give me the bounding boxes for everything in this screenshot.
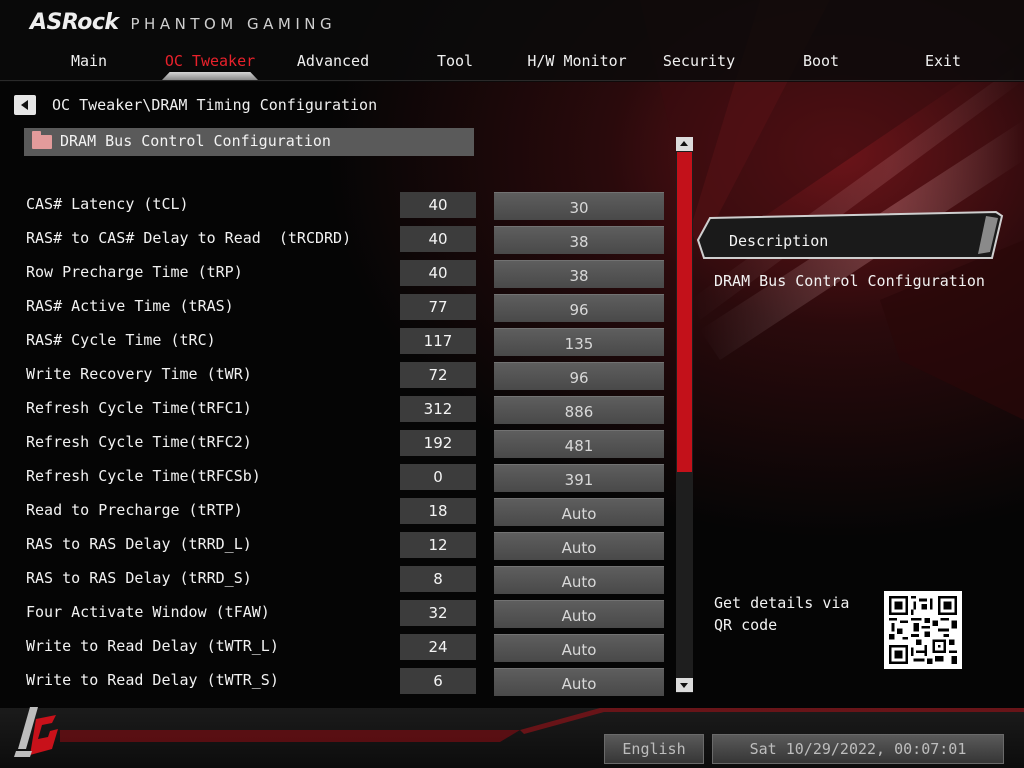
list-item: Refresh Cycle Time(tRFC2) 192 481 — [0, 430, 670, 458]
current-value: 312 — [400, 396, 476, 422]
brand-subtitle: PHANTOM GAMING — [130, 15, 337, 33]
setting-field[interactable]: 886 — [494, 396, 664, 424]
current-value: 12 — [400, 532, 476, 558]
datetime-display: Sat 10/29/2022, 00:07:01 — [712, 734, 1004, 764]
tab-boot[interactable]: Boot — [803, 52, 839, 70]
current-value: 40 — [400, 260, 476, 286]
current-value: 8 — [400, 566, 476, 592]
tab-tool[interactable]: Tool — [437, 52, 473, 70]
list-item: RAS# to CAS# Delay to Read (tRCDRD) 40 3… — [0, 226, 670, 254]
row-label: Refresh Cycle Time(tRFC2) — [26, 433, 252, 451]
setting-field[interactable]: Auto — [494, 600, 664, 628]
header-divider — [0, 80, 1024, 81]
breadcrumb: OC Tweaker\DRAM Timing Configuration — [52, 96, 378, 114]
phantom-gaming-logo-icon — [14, 707, 58, 757]
row-label: RAS to RAS Delay (tRRD_S) — [26, 569, 252, 587]
row-label: RAS# Active Time (tRAS) — [26, 297, 234, 315]
list-item: RAS# Cycle Time (tRC) 117 135 — [0, 328, 670, 356]
setting-field[interactable]: 38 — [494, 260, 664, 288]
setting-field[interactable]: 96 — [494, 362, 664, 390]
row-label: Write to Read Delay (tWTR_L) — [26, 637, 279, 655]
current-value: 117 — [400, 328, 476, 354]
list-item: Write to Read Delay (tWTR_L) 24 Auto — [0, 634, 670, 662]
list-item: Four Activate Window (tFAW) 32 Auto — [0, 600, 670, 628]
current-value: 40 — [400, 226, 476, 252]
list-item: Row Precharge Time (tRP) 40 38 — [0, 260, 670, 288]
row-label: Refresh Cycle Time(tRFC1) — [26, 399, 252, 417]
scroll-down-arrow-icon[interactable] — [676, 678, 693, 692]
row-label: Refresh Cycle Time(tRFCSb) — [26, 467, 261, 485]
row-label: Read to Precharge (tRTP) — [26, 501, 243, 519]
setting-field[interactable]: 38 — [494, 226, 664, 254]
section-label: DRAM Bus Control Configuration — [60, 132, 331, 150]
setting-field[interactable]: Auto — [494, 634, 664, 662]
tab-hw-monitor[interactable]: H/W Monitor — [527, 52, 626, 70]
language-button[interactable]: English — [604, 734, 704, 764]
list-item: Read to Precharge (tRTP) 18 Auto — [0, 498, 670, 526]
list-item: Write to Read Delay (tWTR_S) 6 Auto — [0, 668, 670, 696]
row-label: RAS# Cycle Time (tRC) — [26, 331, 216, 349]
setting-field[interactable]: Auto — [494, 668, 664, 696]
description-title: Description — [729, 232, 829, 250]
row-label: Write to Read Delay (tWTR_S) — [26, 671, 279, 689]
description-text: DRAM Bus Control Configuration — [714, 272, 985, 290]
scrollbar-thumb[interactable] — [677, 152, 692, 472]
current-value: 32 — [400, 600, 476, 626]
row-label: Row Precharge Time (tRP) — [26, 263, 243, 281]
tab-main[interactable]: Main — [71, 52, 107, 70]
current-value: 6 — [400, 668, 476, 694]
section-item-dram-bus-control[interactable]: DRAM Bus Control Configuration — [24, 128, 474, 156]
asrock-logo: ASRock PHANTOM GAMING — [30, 10, 336, 35]
setting-field[interactable]: Auto — [494, 532, 664, 560]
back-button[interactable] — [14, 95, 36, 115]
scroll-up-arrow-icon[interactable] — [676, 137, 693, 151]
qr-code-icon — [884, 591, 962, 669]
tab-exit[interactable]: Exit — [925, 52, 961, 70]
list-item: Write Recovery Time (tWR) 72 96 — [0, 362, 670, 390]
current-value: 40 — [400, 192, 476, 218]
setting-field[interactable]: 96 — [494, 294, 664, 322]
tab-security[interactable]: Security — [663, 52, 735, 70]
list-item: RAS# Active Time (tRAS) 77 96 — [0, 294, 670, 322]
current-value: 192 — [400, 430, 476, 456]
list-item: RAS to RAS Delay (tRRD_L) 12 Auto — [0, 532, 670, 560]
qr-caption: Get details via QR code — [714, 594, 850, 634]
row-label: CAS# Latency (tCL) — [26, 195, 189, 213]
list-item: Refresh Cycle Time(tRFCSb) 0 391 — [0, 464, 670, 492]
current-value: 24 — [400, 634, 476, 660]
setting-field[interactable]: Auto — [494, 566, 664, 594]
brand-name: ASRock — [30, 10, 119, 35]
row-label: Write Recovery Time (tWR) — [26, 365, 252, 383]
current-value: 18 — [400, 498, 476, 524]
row-label: Four Activate Window (tFAW) — [26, 603, 270, 621]
current-value: 77 — [400, 294, 476, 320]
row-label: RAS# to CAS# Delay to Read (tRCDRD) — [26, 229, 352, 247]
current-value: 0 — [400, 464, 476, 490]
setting-field[interactable]: 391 — [494, 464, 664, 492]
list-item: RAS to RAS Delay (tRRD_S) 8 Auto — [0, 566, 670, 594]
setting-field[interactable]: Auto — [494, 498, 664, 526]
folder-icon — [32, 131, 52, 149]
tab-advanced[interactable]: Advanced — [297, 52, 369, 70]
setting-field[interactable]: 135 — [494, 328, 664, 356]
setting-field[interactable]: 30 — [494, 192, 664, 220]
setting-field[interactable]: 481 — [494, 430, 664, 458]
current-value: 72 — [400, 362, 476, 388]
list-item: Refresh Cycle Time(tRFC1) 312 886 — [0, 396, 670, 424]
active-tab-indicator — [162, 72, 258, 80]
list-item: CAS# Latency (tCL) 40 30 — [0, 192, 670, 220]
row-label: RAS to RAS Delay (tRRD_L) — [26, 535, 252, 553]
tab-oc-tweaker[interactable]: OC Tweaker — [165, 52, 255, 70]
